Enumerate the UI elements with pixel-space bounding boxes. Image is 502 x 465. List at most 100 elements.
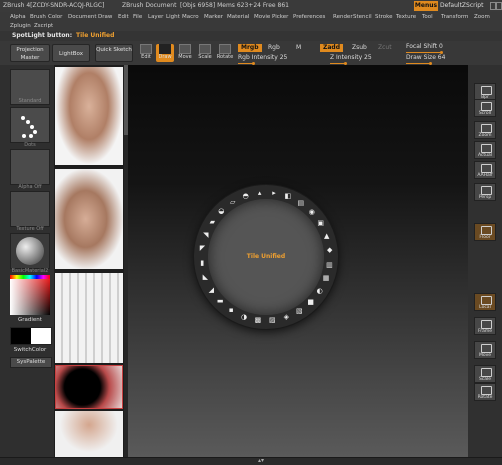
spotlight-tool-icon[interactable]: ▨ [269,317,276,324]
z-intensity-slider[interactable]: Z Intensity 25 [330,54,390,65]
menu-item-transform[interactable]: Transform [441,12,468,22]
right-shelf-scale-button[interactable]: Scale [474,365,496,383]
quick-sketch-button[interactable]: Quick Sketch [95,44,133,62]
right-shelf-frame-button[interactable]: Frame [474,317,496,335]
spotlight-tool-icon[interactable]: ◣ [202,273,209,281]
hue-strip[interactable] [10,275,50,279]
spotlight-tool-icon[interactable]: ▩ [254,316,262,324]
m-toggle[interactable]: M [296,44,301,52]
spotlight-tool-icon[interactable]: ◥ [202,231,209,239]
spotlight-tool-icon[interactable]: ◒ [218,207,225,215]
right-shelf-rotate-button[interactable]: Rotate [474,383,496,401]
right-shelf-persp-button[interactable]: Persp [474,183,496,201]
edit-tool-button[interactable]: Edit [137,44,155,62]
focal-shift-slider[interactable]: Focal Shift 0 [406,43,476,54]
spotlight-tool-icon[interactable]: ▪ [228,307,235,314]
rgb-toggle[interactable]: Rgb [268,44,280,52]
lightbox-thumb-selected[interactable] [55,365,123,409]
menu-item-document[interactable]: Document [68,12,97,22]
right-shelf-move-button[interactable]: Move [474,341,496,359]
projection-master-button[interactable]: Projection Master [10,44,50,62]
spotlight-tool-icon[interactable]: ◢ [208,286,215,294]
spotlight-dial[interactable]: Tile Unified ◧ ▤ ◉ ▣ ▲ ◆ ▥ ▦ ◐ ■ ▧ ◈ ▨ ▩ ◑ ▪ ▬ ◢ ◣ ▮ ◤ ◥ ▰ ◒ ▱ ◓ ▴… [194,185,338,329]
spotlight-tool-icon[interactable]: ◧ [284,193,292,200]
move-tool-button[interactable]: Move [176,44,194,62]
spotlight-tool-icon[interactable]: ◆ [326,247,333,254]
spotlight-tool-icon[interactable]: ▱ [229,198,236,206]
menu-item-picker[interactable]: Picker [272,12,288,22]
menu-item-preferences[interactable]: Preferences [293,12,325,22]
menu-item-brush[interactable]: Brush [30,12,46,22]
stroke-slot[interactable] [10,107,50,143]
menu-item-file[interactable]: File [133,12,142,22]
spotlight-tool-icon[interactable]: ▰ [209,218,216,226]
right-shelf-floor-button[interactable]: Floor [474,223,496,241]
spotlight-tool-icon[interactable]: ▬ [217,298,224,305]
menu-item-zoom[interactable]: Zoom [474,12,490,22]
mrgb-toggle[interactable]: Mrgb [238,44,262,52]
lightbox-thumb-portrait-2[interactable] [55,169,123,269]
spotlight-tool-icon[interactable]: ◉ [308,208,315,216]
spotlight-tool-icon[interactable]: ◐ [316,288,323,295]
spotlight-tool-icon[interactable]: ▣ [317,220,324,227]
menu-item-material[interactable]: Material [227,12,249,22]
menu-item-render[interactable]: Render [333,12,353,22]
spotlight-tool-icon[interactable]: ▲ [323,233,330,240]
zsub-toggle[interactable]: Zsub [352,44,367,52]
menu-item-texture[interactable]: Texture [396,12,416,22]
draw-tool-button[interactable]: Draw [156,44,174,62]
gradient-swatch[interactable] [10,327,52,345]
menu-item-macro[interactable]: Macro [182,12,199,22]
document-canvas[interactable]: Tile Unified ◧ ▤ ◉ ▣ ▲ ◆ ▥ ▦ ◐ ■ ▧ ◈ ▨ ▩ ◑ ▪ ▬ ◢ ◣ ▮ ◤ ◥ ▰ ◒ ▱ ◓ ▴… [128,65,468,457]
rgb-intensity-slider[interactable]: Rgb Intensity 25 [238,54,298,65]
menu-item-edit[interactable]: Edit [118,12,129,22]
menu-item-layer[interactable]: Layer [148,12,163,22]
spotlight-tool-icon[interactable]: ▮ [199,259,206,267]
menu-item-zplugin[interactable]: Zplugin [10,22,31,31]
menus-button[interactable]: Menus [414,1,438,11]
spotlight-tool-icon[interactable]: ▦ [323,275,330,282]
spotlight-tool-icon[interactable]: ◑ [241,313,248,321]
default-zscript-button[interactable]: DefaultZScript [440,1,488,11]
tray-toggle-icon[interactable]: ▴▾ [258,457,264,464]
menu-item-draw[interactable]: Draw [98,12,112,22]
zcut-toggle[interactable]: Zcut [378,44,392,52]
spotlight-tool-icon[interactable]: ▧ [296,308,303,315]
right-shelf-actual-button[interactable]: Actual [474,141,496,159]
menu-item-stencil[interactable]: Stencil [353,12,372,22]
menu-item-color[interactable]: Color [48,12,62,22]
lightbox-thumb-figure[interactable] [55,411,123,457]
draw-size-slider[interactable]: Draw Size 64 [406,54,476,65]
syspalette-button[interactable]: SysPalette [10,357,52,368]
right-shelf-aahalf-button[interactable]: AAHalf [474,161,496,179]
menu-item-zscript[interactable]: Zscript [34,22,53,31]
lightbox-thumb-sketches[interactable] [55,273,123,363]
lightbox-strip[interactable] [54,65,124,457]
menu-item-tool[interactable]: Tool [422,12,433,22]
rotate-tool-button[interactable]: Rotate [216,44,234,62]
lightbox-button[interactable]: LightBox [52,44,90,62]
lightbox-thumb-portrait-1[interactable] [55,67,123,165]
menu-item-marker[interactable]: Marker [204,12,223,22]
scale-tool-button[interactable]: Scale [196,44,214,62]
spotlight-tool-icon[interactable]: ▸ [271,190,278,197]
color-picker[interactable] [10,275,50,315]
spotlight-tool-icon[interactable]: ◈ [283,314,290,321]
right-shelf-scroll-button[interactable]: Scroll [474,99,496,117]
alpha-slot[interactable] [10,149,50,185]
spotlight-tool-icon[interactable]: ▤ [297,199,304,207]
texture-slot[interactable] [10,191,50,227]
switch-color-button[interactable]: SwitchColor [10,347,50,353]
menu-item-alpha[interactable]: Alpha [10,12,26,22]
menu-item-stroke[interactable]: Stroke [375,12,393,22]
right-shelf-zoom-button[interactable]: Zoom [474,121,496,139]
zadd-toggle[interactable]: Zadd [320,44,343,52]
menu-item-light[interactable]: Light [166,12,180,22]
close-icon[interactable] [496,2,502,10]
spotlight-tool-icon[interactable]: ■ [307,299,314,306]
menu-item-movie[interactable]: Movie [254,12,270,22]
right-shelf-local-button[interactable]: Local [474,293,496,311]
spotlight-tool-icon[interactable]: ▥ [326,261,333,269]
material-slot[interactable] [10,233,50,269]
spotlight-tool-icon[interactable]: ◤ [199,245,206,252]
